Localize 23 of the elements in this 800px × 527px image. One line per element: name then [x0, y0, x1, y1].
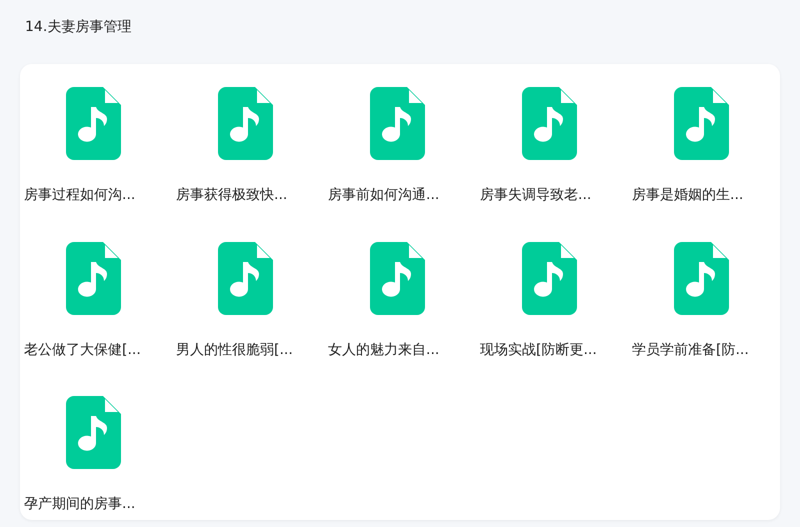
file-name[interactable]: 老公做了大保健[... — [20, 340, 141, 358]
audio-file-icon[interactable] — [218, 242, 273, 314]
file-name[interactable]: 女人的魅力来自... — [324, 340, 440, 358]
file-name[interactable]: 房事失调导致老... — [476, 186, 592, 204]
section-title: 14.夫妻房事管理 — [24, 18, 132, 37]
audio-file-icon[interactable] — [66, 396, 121, 469]
audio-file-icon[interactable] — [66, 242, 121, 314]
file-name[interactable]: 房事过程如何沟... — [20, 186, 136, 204]
audio-file-icon[interactable] — [66, 87, 121, 160]
audio-file-icon[interactable] — [522, 87, 577, 160]
file-name[interactable]: 孕产期间的房事... — [20, 495, 136, 513]
audio-file-icon[interactable] — [370, 242, 425, 314]
audio-file-icon[interactable] — [522, 242, 577, 314]
file-name[interactable]: 男人的性很脆弱[... — [172, 340, 293, 358]
audio-file-icon[interactable] — [370, 87, 425, 160]
audio-file-icon[interactable] — [674, 242, 729, 314]
audio-file-icon[interactable] — [218, 87, 273, 160]
file-name[interactable]: 学员学前准备[防... — [628, 340, 749, 358]
file-name[interactable]: 现场实战[防断更... — [476, 340, 597, 358]
file-name[interactable]: 房事获得极致快... — [172, 186, 288, 204]
file-name[interactable]: 房事是婚姻的生... — [628, 186, 744, 204]
file-name[interactable]: 房事前如何沟通... — [324, 186, 440, 204]
audio-file-icon[interactable] — [674, 87, 729, 160]
